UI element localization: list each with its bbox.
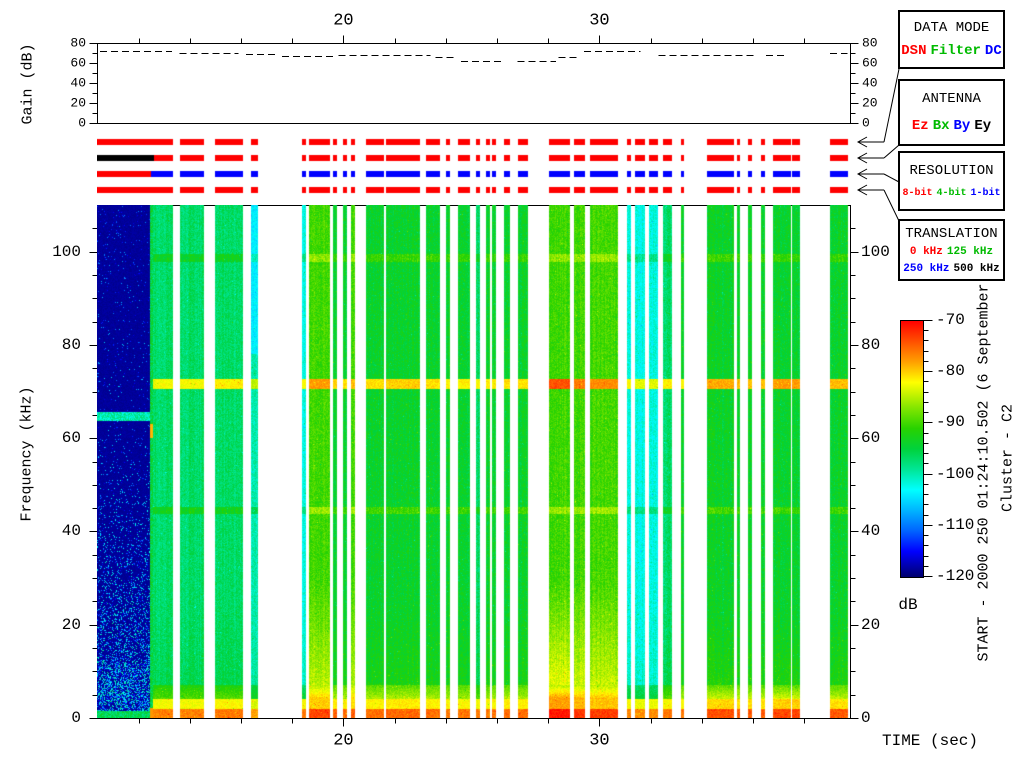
freq-right-tick-label: 80 bbox=[861, 337, 880, 353]
freq-left-tick-label: 100 bbox=[52, 244, 81, 260]
freq-right-tick-label: 0 bbox=[861, 710, 871, 726]
legend-item-125-khz: 125 kHz bbox=[947, 246, 993, 258]
freq-left-tick-label: 60 bbox=[62, 430, 81, 446]
legend-connector-arrow bbox=[858, 169, 899, 182]
gain-trace bbox=[100, 52, 848, 62]
time-bottom-tick-label: 30 bbox=[589, 733, 609, 750]
status-bars-canvas bbox=[97, 136, 850, 194]
gain-left-tick-label: 20 bbox=[70, 97, 86, 110]
legend-item-dsn: DSN bbox=[901, 43, 926, 59]
legend-connector-arrow bbox=[858, 145, 899, 163]
gain-right-tick-label: 0 bbox=[862, 117, 870, 130]
legend-item-bx: Bx bbox=[933, 118, 950, 134]
legend-box-items: 250 kHz 500 kHz bbox=[901, 263, 1001, 275]
gain-left-tick-label: 60 bbox=[70, 57, 86, 70]
spacecraft-label: Cluster - C2 bbox=[1001, 404, 1016, 512]
legend-item-1-bit: 1-bit bbox=[971, 188, 1001, 199]
time-axis-title: TIME (sec) bbox=[882, 733, 978, 749]
spectrogram-canvas bbox=[97, 205, 850, 718]
freq-left-tick-label: 20 bbox=[62, 617, 81, 633]
legend-box-translation: TRANSLATION 0 kHz 125 kHz 250 kHz 500 kHz bbox=[898, 219, 1005, 281]
colorbar bbox=[900, 320, 924, 578]
colorbar-unit-label: dB bbox=[898, 597, 917, 613]
gain-right-tick-label: 40 bbox=[862, 77, 878, 90]
freq-left-tick-label: 0 bbox=[71, 710, 81, 726]
legend-item-ey: Ey bbox=[974, 118, 991, 134]
legend-item-500-khz: 500 kHz bbox=[954, 263, 1000, 275]
gain-right-tick-label: 20 bbox=[862, 97, 878, 110]
freq-right-tick-label: 60 bbox=[861, 430, 880, 446]
freq-left-tick-label: 40 bbox=[62, 523, 81, 539]
gain-right-tick-label: 80 bbox=[862, 37, 878, 50]
legend-box-title: RESOLUTION bbox=[909, 163, 993, 179]
legend-item-by: By bbox=[954, 118, 971, 134]
colorbar-tick-label: -100 bbox=[936, 466, 974, 482]
freq-left-tick-label: 80 bbox=[62, 337, 81, 353]
legend-box-items: 0 kHz 125 kHz bbox=[908, 246, 995, 258]
colorbar-tick-label: -110 bbox=[936, 517, 974, 533]
colorbar-tick-label: -90 bbox=[936, 414, 965, 430]
wbd-spectrogram-page: Gain (dB) Frequency (kHz) TIME (sec) dB … bbox=[0, 0, 1024, 768]
freq-right-tick-label: 40 bbox=[861, 523, 880, 539]
colorbar-tick-label: -120 bbox=[936, 568, 974, 584]
start-time-label: START - 2000 250 01:24:10.502 (6 Septemb… bbox=[977, 274, 992, 661]
legend-box-title: TRANSLATION bbox=[905, 226, 997, 242]
time-top-tick-label: 20 bbox=[333, 13, 353, 30]
legend-item-dc: DC bbox=[985, 43, 1002, 59]
legend-item-ez: Ez bbox=[912, 118, 929, 134]
time-bottom-tick-label: 20 bbox=[333, 733, 353, 750]
gain-left-tick-label: 0 bbox=[78, 117, 86, 130]
time-top-tick-label: 30 bbox=[589, 13, 609, 30]
colorbar-tick-label: -80 bbox=[936, 363, 965, 379]
gain-right-tick-label: 60 bbox=[862, 57, 878, 70]
colorbar-tick-label: -70 bbox=[936, 312, 965, 328]
legend-box-title: DATA MODE bbox=[914, 20, 990, 36]
freq-right-tick-label: 20 bbox=[861, 617, 880, 633]
legend-item-4-bit: 4-bit bbox=[936, 188, 966, 199]
gain-left-tick-label: 80 bbox=[70, 37, 86, 50]
legend-connector-arrow bbox=[858, 185, 899, 221]
legend-item-250-khz: 250 kHz bbox=[903, 263, 949, 275]
legend-box-items: DSN FilterDC bbox=[899, 43, 1003, 59]
gain-left-tick-label: 40 bbox=[70, 77, 86, 90]
legend-item-0-khz: 0 kHz bbox=[910, 246, 943, 258]
legend-box-title: ANTENNA bbox=[922, 91, 981, 107]
legend-box-items: EzBxByEy bbox=[910, 118, 993, 134]
legend-box-resolution: RESOLUTION 8-bit 4-bit 1-bit bbox=[898, 151, 1005, 211]
freq-right-tick-label: 100 bbox=[861, 244, 890, 260]
gain-axis-title: Gain (dB) bbox=[21, 43, 36, 124]
legend-box-items: 8-bit 4-bit 1-bit bbox=[900, 188, 1002, 199]
legend-box-antenna: ANTENNA EzBxByEy bbox=[898, 79, 1005, 146]
legend-item-8-bit: 8-bit bbox=[902, 188, 932, 199]
legend-item-filter: Filter bbox=[931, 43, 981, 59]
legend-box-data-mode: DATA MODE DSN FilterDC bbox=[898, 10, 1005, 69]
frequency-axis-title: Frequency (kHz) bbox=[20, 386, 35, 521]
